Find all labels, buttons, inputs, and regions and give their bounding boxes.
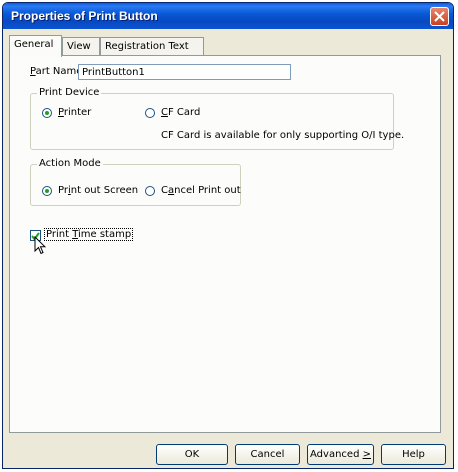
tab-registration-text-label: Registration Text: [105, 41, 189, 52]
close-icon: [434, 11, 445, 22]
tab-general-label: General: [14, 39, 54, 50]
advanced-button[interactable]: Advanced >: [307, 444, 374, 465]
ok-button[interactable]: OK: [156, 444, 228, 465]
print-device-group-title: Print Device: [37, 87, 102, 98]
cf-card-note: CF Card is available for only supporting…: [161, 130, 405, 141]
cancel-print-out-label[interactable]: Cancel Print out: [161, 185, 241, 196]
tab-view-label: View: [67, 41, 91, 52]
tab-general[interactable]: General: [9, 35, 62, 57]
mouse-pointer-icon: [34, 236, 46, 255]
part-name-input[interactable]: PrintButton1: [78, 64, 291, 80]
print-out-screen-radio[interactable]: [42, 186, 52, 196]
title-bar[interactable]: Properties of Print Button: [3, 3, 453, 29]
cancel-button[interactable]: Cancel: [235, 444, 300, 465]
radio-selected-dot: [45, 189, 49, 193]
print-out-screen-label[interactable]: Print out Screen: [58, 185, 138, 196]
tab-view[interactable]: View: [62, 37, 100, 56]
window-title: Properties of Print Button: [11, 9, 158, 23]
radio-selected-dot: [45, 111, 49, 115]
tab-registration-text[interactable]: Registration Text: [100, 37, 204, 56]
help-button[interactable]: Help: [381, 444, 446, 465]
printer-radio-label[interactable]: Printer: [58, 107, 91, 118]
cf-card-radio-label[interactable]: CF Card: [161, 107, 200, 118]
cf-card-radio[interactable]: [145, 108, 155, 118]
printer-radio[interactable]: [42, 108, 52, 118]
close-button[interactable]: [430, 7, 449, 26]
cancel-print-out-radio[interactable]: [145, 186, 155, 196]
print-device-group: Print Device: [30, 87, 394, 150]
print-time-stamp-label[interactable]: Print Time stamp: [44, 228, 134, 241]
action-mode-group-title: Action Mode: [37, 158, 103, 169]
